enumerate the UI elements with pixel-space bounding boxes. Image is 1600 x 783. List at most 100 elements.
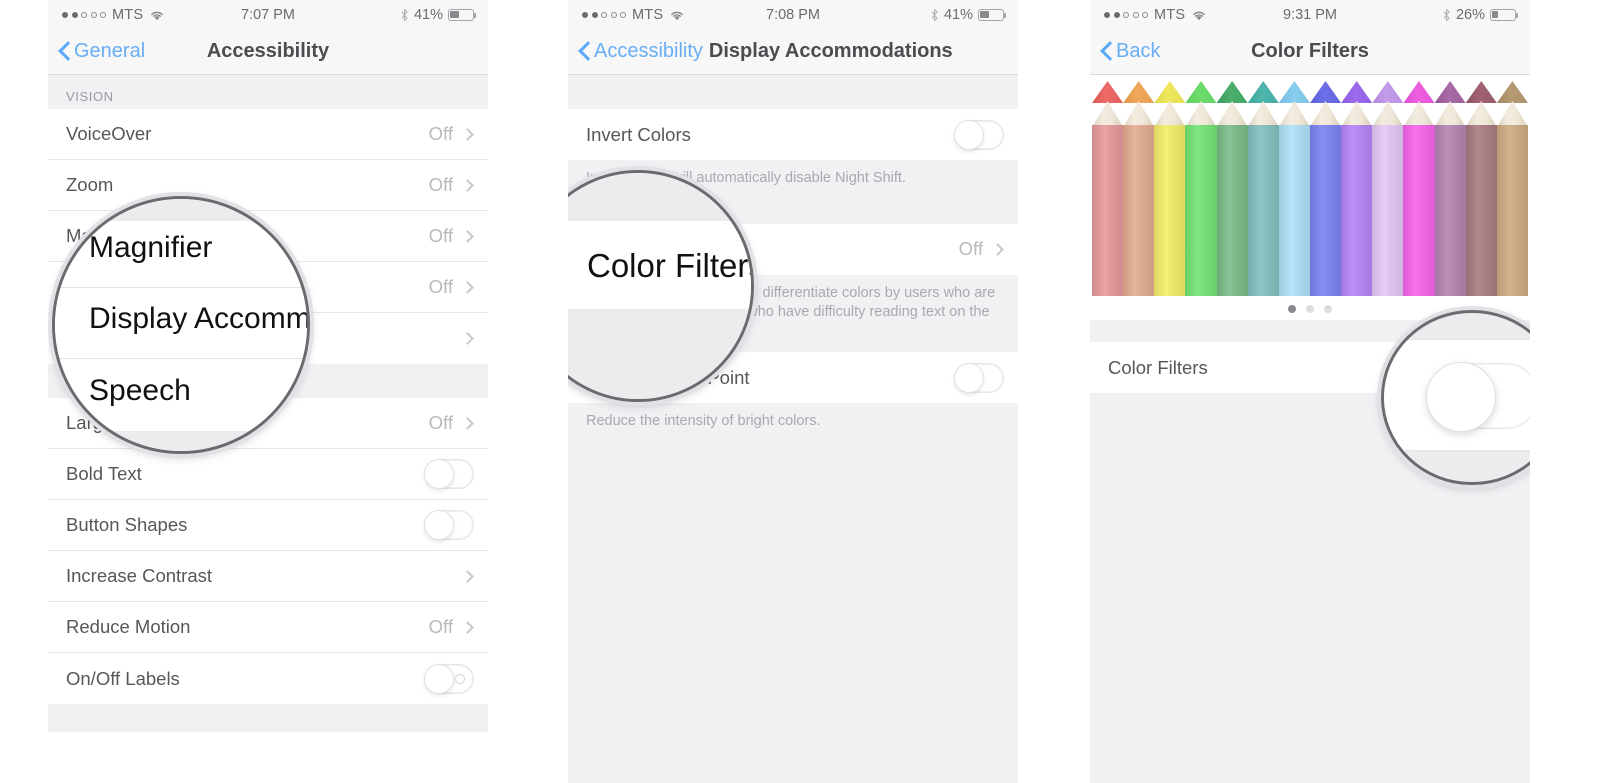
preview-area [1090, 75, 1530, 320]
back-button-label: General [74, 40, 146, 62]
pencil-wood [1309, 101, 1342, 127]
nav-bar: General Accessibility [48, 29, 488, 75]
page-dot[interactable] [1306, 305, 1314, 313]
row-button-shapes[interactable]: Button Shapes [48, 500, 488, 551]
back-button-general[interactable]: General [60, 40, 145, 63]
pencil-body [1185, 125, 1217, 296]
row-value: Off [428, 123, 453, 144]
row-increase-contrast[interactable]: Increase Contrast [48, 551, 488, 602]
row-voiceover[interactable]: VoiceOver Off [48, 109, 488, 160]
chevron-right-icon [461, 569, 474, 583]
status-bar-right: 41% [930, 6, 1007, 23]
row-invert-colors[interactable]: Invert Colors [568, 109, 1018, 160]
pencil-body [1309, 125, 1342, 296]
page-dot[interactable] [1324, 305, 1332, 313]
toggle-on-off-labels[interactable] [424, 663, 474, 694]
row-label: On/Off Labels [66, 667, 180, 689]
wifi-icon [671, 11, 684, 20]
magnified-toggle-color-filters[interactable] [1426, 362, 1530, 432]
row-bold-text[interactable]: Bold Text [48, 449, 488, 500]
row-value: Off [428, 225, 453, 246]
pencil-body [1341, 125, 1373, 296]
pencil-wood [1247, 101, 1279, 127]
loupe-line-speech: Speech [89, 374, 191, 407]
wifi-icon [1193, 11, 1206, 20]
status-bar: MTS 7:07 PM 41% [48, 0, 488, 29]
pencil-tip [1434, 81, 1466, 103]
pencil-body [1216, 125, 1248, 296]
row-value: Off [428, 412, 453, 433]
pencil-wood [1403, 101, 1435, 127]
pencil [1434, 81, 1466, 296]
row-label: Invert Colors [586, 123, 691, 145]
row-label: Bold Text [66, 463, 142, 484]
carrier-label: MTS [1154, 6, 1186, 23]
battery-percent-label: 41% [413, 6, 443, 23]
battery-percent-label: 41% [943, 6, 973, 23]
page-dot[interactable] [1288, 305, 1296, 313]
status-bar-left: MTS [62, 7, 165, 23]
back-button-accessibility[interactable]: Accessibility [580, 40, 703, 63]
pencil-body [1247, 125, 1279, 296]
pencil [1278, 81, 1310, 296]
chevron-right-icon [461, 280, 474, 294]
pencil-body [1434, 125, 1466, 296]
row-value: Off [958, 238, 983, 260]
pencil [1496, 81, 1528, 296]
pencil [1154, 81, 1186, 296]
pencil-body [1278, 125, 1310, 296]
section-header-vision: VISION [48, 75, 488, 109]
phone-panel-color-filters: MTS 9:31 PM 26% Back Color Filters Color… [1090, 0, 1530, 783]
pencil [1247, 81, 1279, 296]
back-button-label: Accessibility [594, 40, 703, 62]
signal-strength-icon [62, 11, 106, 18]
pencil-tip [1403, 81, 1435, 103]
chevron-right-icon [461, 620, 474, 634]
pencil-tip [1496, 81, 1528, 103]
pencil-tip [1123, 81, 1155, 103]
page-title: Display Accommodations [708, 40, 953, 62]
pencil [1372, 81, 1404, 296]
status-bar-right: 26% [1442, 7, 1519, 23]
pencil [1216, 81, 1248, 296]
row-label: Button Shapes [66, 514, 188, 535]
pencil-wood [1216, 101, 1248, 127]
row-value: Off [428, 174, 453, 195]
row-on-off-labels[interactable]: On/Off Labels [48, 653, 488, 704]
toggle-reduce-white-point[interactable] [954, 362, 1004, 393]
magnifier-loupe-color-filters-row: Color Filters [568, 170, 754, 402]
pencil-body [1092, 125, 1124, 296]
nav-bar: Back Color Filters [1090, 29, 1530, 75]
magnifier-loupe-accessibility: Magnifier Display Accommo Speech [52, 196, 310, 454]
pencil-body [1123, 125, 1155, 296]
loupe-line-color-filters: Color Filters [587, 247, 754, 284]
phone-panel-display-accommodations: MTS 7:08 PM 41% Accessibility Display Ac… [568, 0, 1018, 783]
nav-bar: Accessibility Display Accommodations [568, 29, 1018, 75]
row-label: Reduce Motion [66, 616, 191, 637]
back-button-label: Back [1116, 40, 1161, 62]
magnifier-loupe-color-filters-toggle [1381, 310, 1530, 485]
pencil-body [1465, 125, 1497, 296]
row-reduce-motion[interactable]: Reduce Motion Off [48, 602, 488, 653]
chevron-right-icon [461, 416, 474, 430]
signal-strength-icon [582, 11, 626, 18]
chevron-left-icon [60, 42, 71, 61]
battery-icon [1490, 8, 1519, 21]
toggle-invert-colors[interactable] [954, 119, 1004, 150]
toggle-bold-text[interactable] [424, 459, 474, 489]
carrier-label: MTS [632, 6, 664, 23]
pencil-tip [1185, 81, 1217, 103]
back-button[interactable]: Back [1102, 40, 1160, 63]
pencil-body [1372, 125, 1404, 296]
footnote-reduce-white-point: Reduce the intensity of bright colors. [568, 403, 1018, 444]
bluetooth-icon [401, 8, 408, 21]
pencil-tip [1247, 81, 1279, 103]
pencil-wood [1154, 101, 1186, 127]
pencil-tip [1092, 81, 1124, 103]
row-value: Off [428, 276, 453, 297]
row-label: Increase Contrast [66, 565, 213, 586]
pencil-tip [1278, 81, 1310, 103]
toggle-button-shapes[interactable] [424, 510, 474, 540]
colored-pencils-image [1092, 81, 1528, 296]
off-label-icon [455, 673, 465, 684]
